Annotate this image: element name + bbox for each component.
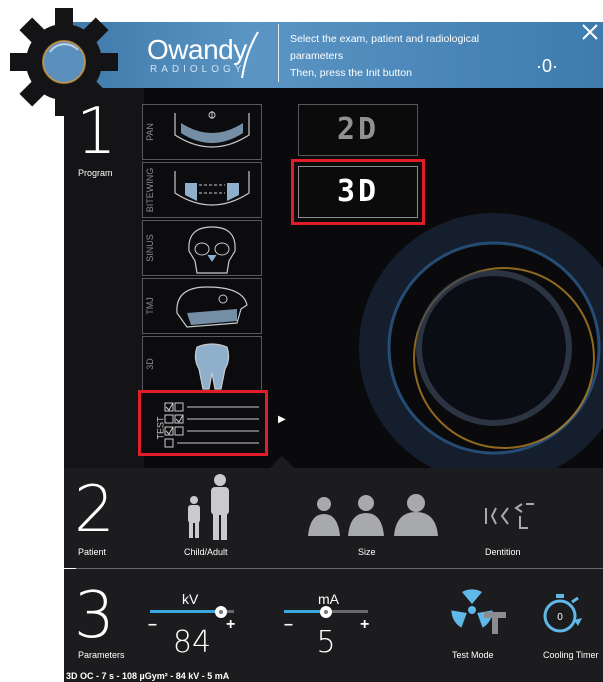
program-item-test[interactable]: TEST: [138, 390, 268, 456]
program-item-label: BITEWING: [145, 167, 155, 213]
program-item-tmj[interactable]: TMJ: [142, 278, 262, 334]
kv-label: kV: [182, 591, 199, 607]
close-icon[interactable]: [580, 22, 600, 42]
parameters-label: Parameters: [78, 650, 125, 660]
brand-swoosh-icon: [241, 31, 259, 79]
program-item-sinus[interactable]: SINUS: [142, 220, 262, 276]
kv-increase-button[interactable]: +: [226, 616, 235, 634]
skull-icon: [188, 226, 236, 274]
bitewing-jaw-icon: [174, 171, 250, 206]
step-number-patient: 2: [74, 473, 115, 547]
gear-icon[interactable]: [8, 6, 120, 118]
ma-increase-button[interactable]: +: [360, 616, 369, 634]
program-item-pan[interactable]: PAN: [142, 104, 262, 160]
dentition-icon[interactable]: [482, 498, 562, 534]
program-item-label: TMJ: [145, 297, 155, 315]
brand-name: Owandy: [147, 34, 247, 65]
program-item-label: 3D: [145, 358, 155, 370]
mode-2d-button[interactable]: 2D: [298, 104, 418, 156]
exam-summary: 3D OC - 7 s - 108 µGym² - 84 kV - 5 mA: [66, 671, 230, 681]
cooling-timer-icon[interactable]: 0: [538, 590, 586, 636]
background-swirl: [359, 213, 603, 468]
program-item-3d[interactable]: 3D: [142, 336, 262, 392]
test-mode-label: Test Mode: [452, 650, 494, 660]
program-item-bitewing[interactable]: BITEWING: [142, 162, 262, 218]
patient-label: Patient: [78, 547, 107, 557]
radiation-test-icon[interactable]: [450, 588, 510, 636]
cooling-timer-value: 0: [557, 612, 563, 623]
ma-label: mA: [318, 591, 339, 607]
program-item-label: SINUS: [145, 234, 155, 262]
instruction-line-2: parameters: [290, 50, 344, 62]
step-number-parameters: 3: [74, 579, 115, 653]
owandy-app: Owandy RADIOLOGY Select the exam, patien…: [0, 0, 603, 682]
pan-jaw-icon: [174, 111, 250, 148]
ma-value: 5: [316, 625, 336, 660]
ma-slider-thumb[interactable]: [320, 606, 332, 618]
checklist-icon: [164, 402, 259, 448]
section-notch: [270, 456, 294, 468]
program-item-label: PAN: [145, 123, 155, 141]
kv-value: 84: [172, 625, 212, 660]
kv-decrease-button[interactable]: –: [148, 616, 157, 634]
play-arrow-icon[interactable]: ▶: [278, 414, 286, 425]
brand-subtitle: RADIOLOGY: [150, 64, 246, 75]
ma-decrease-button[interactable]: –: [284, 616, 293, 634]
child-adult-label: Child/Adult: [184, 547, 228, 557]
cooling-timer-label: Cooling Timer: [543, 650, 599, 660]
mode-3d-label: 3D: [298, 166, 418, 218]
instruction-line-1: Select the exam, patient and radiologica…: [290, 33, 480, 45]
header-divider: [278, 24, 279, 82]
instruction-line-3: Then, press the Init button: [290, 67, 412, 79]
tooth-icon: [194, 343, 230, 390]
child-adult-icon[interactable]: [180, 472, 240, 542]
kv-slider-fill: [150, 610, 221, 613]
dentition-label: Dentition: [485, 547, 521, 557]
size-icon[interactable]: [306, 494, 440, 538]
mode-3d-button[interactable]: 3D: [291, 159, 425, 225]
tmj-skull-icon: [176, 286, 248, 328]
zero-position-icon[interactable]: ·0·: [536, 56, 558, 77]
program-label: Program: [78, 168, 113, 178]
size-label: Size: [358, 547, 376, 557]
